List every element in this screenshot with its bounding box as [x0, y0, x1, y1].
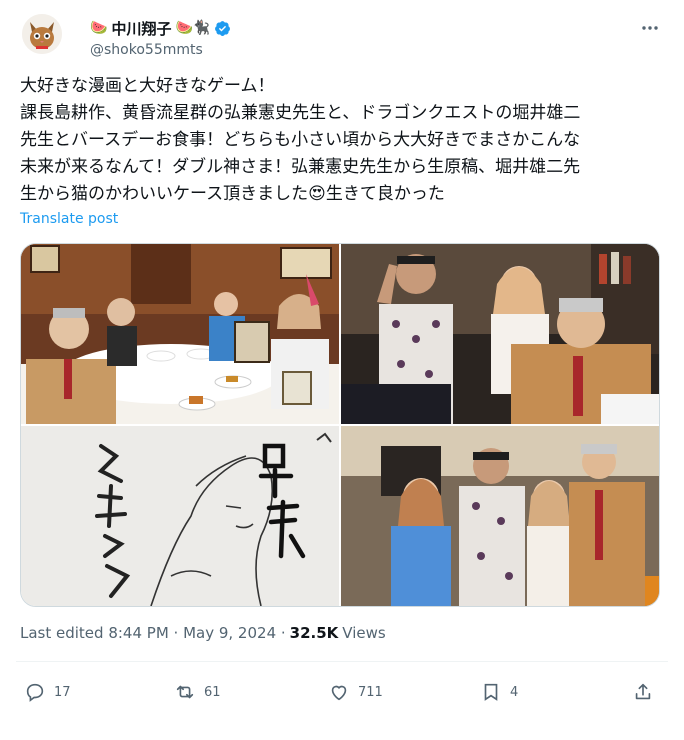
photo-restaurant-group[interactable] [21, 244, 339, 424]
watermelon-cat-icon: 🍉🐈‍⬛ [175, 20, 211, 36]
action-bar: 17 61 711 4 [16, 674, 668, 710]
divider [16, 661, 668, 662]
post-line: 生から猫のかわいいケース頂きました😍生きて良かった [20, 181, 670, 208]
author-handle[interactable]: @shoko55mmts [90, 42, 203, 58]
watermelon-icon: 🍉 [90, 20, 108, 36]
reply-count: 17 [54, 684, 71, 700]
views-label: Views [342, 624, 386, 642]
photo-grid [20, 243, 660, 607]
post-line: 先生とバースデーお食事！どちらも小さい頃から大大好きでまさかこんな [20, 130, 581, 150]
post-line-part: 生きて良かった [325, 184, 445, 204]
post-line: 未来が来るなんて！ダブル神さま！弘兼憲史先生から生原稿、堀井雄二先 [20, 157, 581, 177]
heart-eyes-emoji: 😍 [308, 184, 326, 204]
bookmark-icon [484, 683, 498, 701]
photo-manga-sketch[interactable] [21, 426, 339, 606]
heart-icon [331, 685, 347, 701]
post-line: 課長島耕作、黄昏流星群の弘兼憲史先生と、ドラゴンクエストの堀井雄二 [20, 103, 581, 123]
post-meta: Last edited 8:44 PM · May 9, 2024 · 32.5… [20, 624, 386, 642]
repost-count: 61 [204, 684, 221, 700]
views-count: 32.5K [289, 624, 339, 642]
edited-timestamp[interactable]: Last edited 8:44 PM · May 9, 2024 · [20, 624, 286, 642]
reply-button[interactable]: 17 [24, 674, 71, 710]
photo-standing-group[interactable] [341, 426, 659, 606]
like-count: 711 [358, 684, 383, 700]
post-header: 🍉 中川翔子 🍉🐈‍⬛ @shoko55mmts [16, 8, 668, 64]
post-line-part: 生から猫のかわいいケース頂きました [20, 184, 309, 204]
author-name-row[interactable]: 🍉 中川翔子 🍉🐈‍⬛ [90, 17, 231, 39]
more-options-icon[interactable] [640, 18, 660, 38]
author-name[interactable]: 中川翔子 [111, 18, 171, 39]
bookmark-count: 4 [510, 684, 519, 700]
verified-badge-icon [214, 20, 231, 37]
reply-icon [26, 683, 44, 702]
post-text: 大好きな漫画と大好きなゲーム！ 課長島耕作、黄昏流星群の弘兼憲史先生と、ドラゴン… [20, 73, 670, 208]
repost-icon [176, 685, 194, 699]
bookmark-button[interactable]: 4 [480, 674, 518, 710]
share-button[interactable] [632, 674, 654, 710]
repost-button[interactable]: 61 [174, 674, 221, 710]
like-button[interactable]: 711 [328, 674, 383, 710]
avatar[interactable] [22, 14, 62, 54]
share-icon [635, 683, 651, 700]
photo-peace-sign-group[interactable] [341, 244, 659, 424]
post-line: 大好きな漫画と大好きなゲーム！ [20, 76, 275, 96]
translate-post-link[interactable]: Translate post [20, 211, 118, 227]
